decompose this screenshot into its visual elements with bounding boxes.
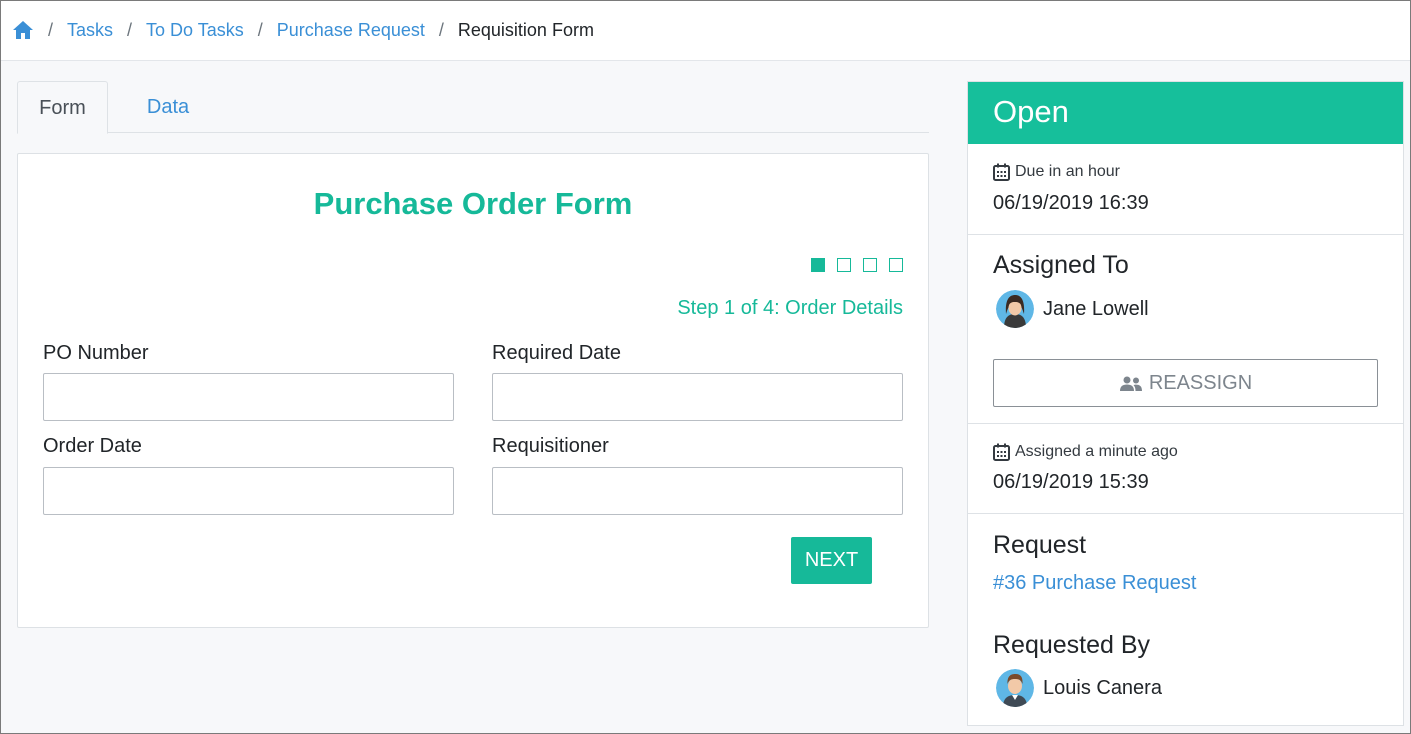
tab-form[interactable]: Form	[17, 81, 108, 134]
step-dot-3	[863, 258, 877, 272]
form-title: Purchase Order Form	[313, 186, 633, 221]
request-link[interactable]: #36 Purchase Request	[993, 572, 1196, 595]
home-icon[interactable]	[12, 20, 34, 40]
reassign-button[interactable]: REASSIGN	[993, 359, 1378, 407]
breadcrumb-separator: /	[257, 20, 263, 40]
requester: Louis Canera	[996, 669, 1162, 707]
tab-bar: Form Data	[17, 81, 929, 134]
calendar-icon	[993, 443, 1010, 461]
step-indicator	[811, 258, 903, 272]
step-label: Step 1 of 4: Order Details	[677, 297, 903, 319]
assignee-name: Jane Lowell	[1043, 297, 1149, 320]
po-number-input[interactable]	[43, 373, 454, 421]
reassign-label: REASSIGN	[1148, 371, 1253, 394]
breadcrumb: / Tasks / To Do Tasks / Purchase Request…	[1, 1, 1410, 61]
calendar-icon	[993, 163, 1010, 181]
required-date-label: Required Date	[492, 342, 621, 364]
request-title: Request	[993, 531, 1087, 559]
required-date-input[interactable]	[492, 373, 903, 421]
step-dot-4	[889, 258, 903, 272]
tab-data[interactable]: Data	[108, 81, 228, 133]
form-card: Purchase Order Form Step 1 of 4: Order D…	[17, 153, 929, 628]
requisitioner-input[interactable]	[492, 467, 903, 515]
status-header: Open	[968, 82, 1403, 144]
due-date: 06/19/2019 16:39	[993, 192, 1149, 214]
assigned-section: Assigned a minute ago 06/19/2019 15:39	[968, 424, 1403, 514]
request-section: Request #36 Purchase Request Requested B…	[968, 514, 1403, 726]
due-section: Due in an hour 06/19/2019 16:39	[968, 144, 1403, 235]
step-dot-2	[837, 258, 851, 272]
next-button[interactable]: NEXT	[791, 537, 872, 584]
users-icon	[1119, 375, 1143, 391]
avatar	[996, 290, 1034, 328]
breadcrumb-separator: /	[127, 20, 133, 40]
task-info-panel: Open Due in an hour 06/19/2019 16:39 Ass…	[967, 81, 1404, 726]
breadcrumb-current: Requisition Form	[457, 20, 594, 40]
assignee: Jane Lowell	[996, 290, 1149, 328]
avatar	[996, 669, 1034, 707]
requisitioner-label: Requisitioner	[492, 435, 609, 457]
due-label: Due in an hour	[1015, 163, 1120, 180]
po-number-label: PO Number	[43, 342, 149, 364]
breadcrumb-separator: /	[438, 20, 444, 40]
assigned-date: 06/19/2019 15:39	[993, 471, 1149, 493]
breadcrumb-tasks[interactable]: Tasks	[67, 20, 113, 41]
order-date-input[interactable]	[43, 467, 454, 515]
step-dot-1	[811, 258, 825, 272]
requester-name: Louis Canera	[1043, 676, 1162, 699]
breadcrumb-purchase-request[interactable]: Purchase Request	[277, 20, 425, 41]
breadcrumb-to-do-tasks[interactable]: To Do Tasks	[146, 20, 244, 41]
breadcrumb-separator: /	[48, 20, 54, 40]
assigned-label: Assigned a minute ago	[1015, 443, 1178, 460]
assigned-to-title: Assigned To	[993, 251, 1129, 279]
order-date-label: Order Date	[43, 435, 142, 457]
assigned-to-section: Assigned To Jane Lowell REASSIGN	[968, 235, 1403, 424]
requested-by-title: Requested By	[993, 631, 1151, 659]
